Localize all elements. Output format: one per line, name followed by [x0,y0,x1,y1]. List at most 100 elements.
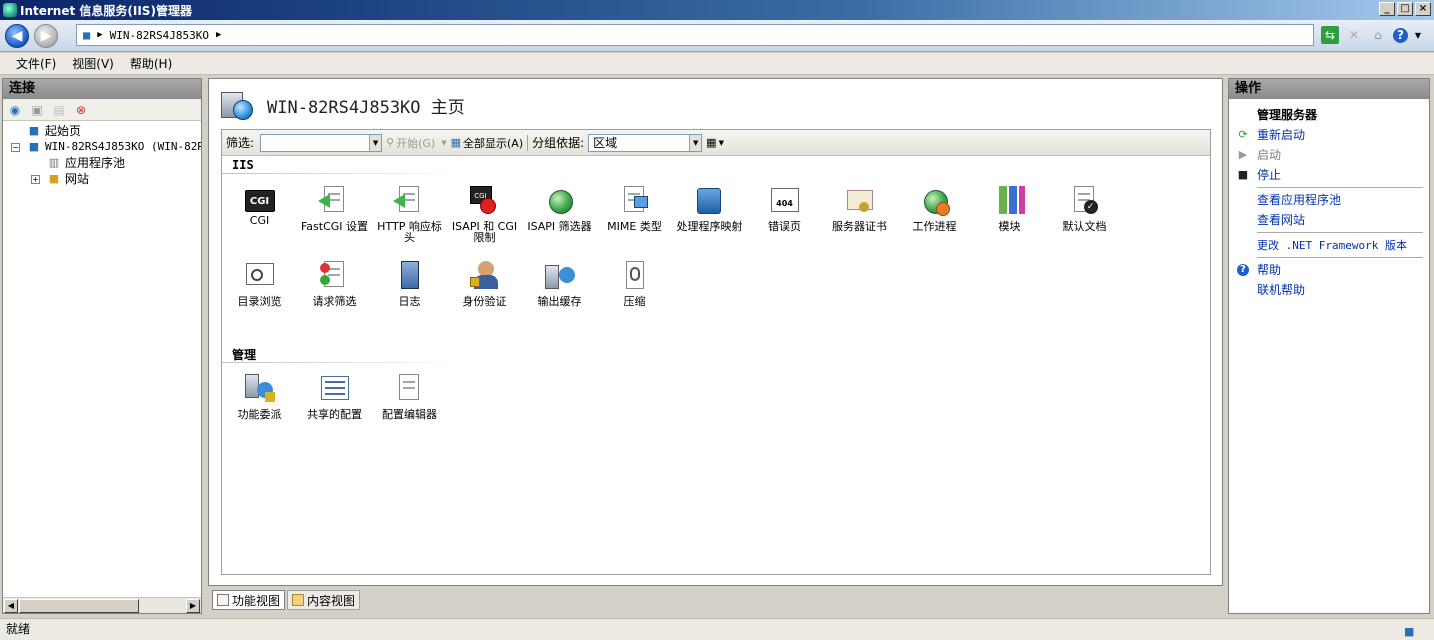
restart-icon: ⟳ [1238,128,1248,141]
menu-file[interactable]: 文件(F) [8,55,64,72]
change-net-framework-action[interactable]: 更改 .NET Framework 版本 [1229,235,1429,255]
view-mode-icon: ▦ [706,136,717,149]
toolbar-separator [527,134,529,151]
manage-server-heading: 管理服务器 [1257,108,1318,122]
feature-item[interactable]: ISAPI 筛选器 [522,180,597,255]
help-icon[interactable]: ? [1393,27,1408,43]
back-arrow-icon: ◀ [11,28,23,44]
feature-item[interactable]: 输出缓存 [522,255,597,330]
feature-item[interactable]: 处理程序映射 [672,180,747,255]
feature-item[interactable]: ✓ 默认文档 [1047,180,1122,255]
view-app-pools-action[interactable]: 查看应用程序池 [1229,190,1429,210]
binoculars-icon: ⚲ [386,136,395,149]
feature-label: 服务器证书 [832,220,887,233]
feature-label: FastCGI 设置 [300,220,369,233]
menu-help[interactable]: 帮助(H) [122,55,180,72]
server-globe-icon [221,88,255,122]
feature-label: 压缩 [623,295,646,308]
feature-item[interactable]: 共享的配置 [297,368,372,443]
connect-icon[interactable]: ⇆ [1321,26,1339,44]
feature-label: 错误页 [768,220,801,233]
network-status-icon: ■ [1404,625,1415,638]
feature-item[interactable]: CGI CGI [222,180,297,255]
breadcrumb-arrow-icon[interactable]: ▶ [216,30,221,40]
groupby-label: 分组依据: [532,136,585,150]
breadcrumb-arrow-icon[interactable]: ▶ [97,30,102,40]
feature-item[interactable]: 配置编辑器 [372,368,447,443]
tab-content-view[interactable]: 内容视图 [287,590,361,610]
feature-item[interactable]: FastCGI 设置 [297,180,372,255]
close-button[interactable]: × [1415,2,1431,16]
iis-manager-icon [3,3,17,17]
tree-item-sites[interactable]: + ■ 网站 [3,171,201,187]
feature-item[interactable]: 404 错误页 [747,180,822,255]
view-sites-action[interactable]: 查看网站 [1229,210,1429,230]
tree-item-server[interactable]: − ■ WIN-82RS4J853KO (WIN-82RS4 [3,139,201,155]
breadcrumb-server[interactable]: WIN-82RS4J853KO [110,29,209,42]
up-folder-icon[interactable]: ▤ [51,102,67,118]
feature-item[interactable]: 压缩 [597,255,672,330]
stop-icon[interactable]: ✕ [1345,26,1363,44]
back-button[interactable]: ◀ [5,24,29,48]
horizontal-scrollbar[interactable]: ◀ ▶ [3,597,201,613]
expand-icon[interactable]: + [31,175,40,184]
collapse-icon[interactable]: − [11,143,20,152]
feature-item[interactable]: 工作进程 [897,180,972,255]
features-view-icon [217,594,229,606]
features-list: 筛选: ▼ ⚲ 开始(G) ▼ ▦ 全部显示(A) 分组依据: 区域 ▼ ▦ ▼… [221,129,1211,575]
address-bar[interactable]: ■ ▶ WIN-82RS4J853KO ▶ [76,24,1314,46]
feature-item[interactable]: 请求筛选 [297,255,372,330]
groupby-select[interactable]: 区域 ▼ [588,133,703,152]
chevron-down-icon[interactable]: ▼ [689,134,702,151]
save-icon[interactable]: ▣ [29,102,45,118]
restart-action[interactable]: ⟳ 重新启动 [1229,125,1429,145]
feature-label: 输出缓存 [537,295,582,308]
feature-item[interactable]: 服务器证书 [822,180,897,255]
filter-input[interactable]: ▼ [260,133,383,152]
feature-item[interactable]: 模块 [972,180,1047,255]
actions-panel: 操作 管理服务器 ⟳ 重新启动 ▶ 启动 ■ 停止 查看应用程序池 查看网站 更… [1228,78,1430,614]
chevron-down-icon[interactable]: ▼ [1414,26,1422,44]
tab-features-view[interactable]: 功能视图 [212,590,286,610]
compression-icon [618,259,652,293]
feature-item[interactable]: CGI ISAPI 和 CGI 限制 [447,180,522,255]
default-document-icon: ✓ [1068,184,1102,218]
chevron-down-icon[interactable]: ▼ [369,134,382,151]
minimize-button[interactable]: _ [1379,2,1395,16]
play-icon: ▶ [1238,148,1248,161]
view-mode-button[interactable]: ▦ ▼ [706,136,724,149]
maximize-button[interactable]: □ [1397,2,1413,16]
fastcgi-icon [317,184,352,218]
feature-item[interactable]: 功能委派 [222,368,297,443]
start-action[interactable]: ▶ 启动 [1229,145,1429,165]
tree-item-start-page[interactable]: ■ 起始页 [3,123,201,139]
scroll-thumb[interactable] [19,599,139,613]
feature-item[interactable]: HTTP 响应标头 [372,180,447,255]
feature-item[interactable]: 日志 [372,255,447,330]
feature-item[interactable]: MIME 类型 [597,180,672,255]
start-filter-button[interactable]: ⚲ 开始(G) ▼ [386,135,447,151]
app-pool-icon: ▥ [48,156,60,169]
show-all-button[interactable]: ▦ 全部显示(A) [451,135,524,151]
group-header-iis: IIS [232,158,254,172]
scroll-left-icon[interactable]: ◀ [4,599,18,613]
http-headers-icon [392,184,427,218]
forward-button[interactable]: ▶ [34,24,58,48]
authentication-icon [468,259,502,293]
feature-label: ISAPI 和 CGI 限制 [451,220,518,244]
home-icon[interactable]: ⌂ [1369,26,1387,44]
stop-action[interactable]: ■ 停止 [1229,165,1429,185]
feature-label: 模块 [998,220,1021,233]
scroll-right-icon[interactable]: ▶ [186,599,200,613]
isapi-cgi-restrictions-icon: CGI [468,184,502,218]
online-help-action[interactable]: 联机帮助 [1229,280,1429,300]
feature-item[interactable]: 目录浏览 [222,255,297,330]
tree-item-app-pools[interactable]: ▥ 应用程序池 [3,155,201,171]
disconnect-icon[interactable]: ⊗ [73,102,89,118]
feature-item[interactable]: 身份验证 [447,255,522,330]
create-connection-icon[interactable]: ◉ [7,102,23,118]
menu-bar: 文件(F) 视图(V) 帮助(H) [0,53,1434,75]
feature-label: 默认文档 [1062,220,1107,233]
help-action[interactable]: ? 帮助 [1229,260,1429,280]
menu-view[interactable]: 视图(V) [64,55,122,72]
